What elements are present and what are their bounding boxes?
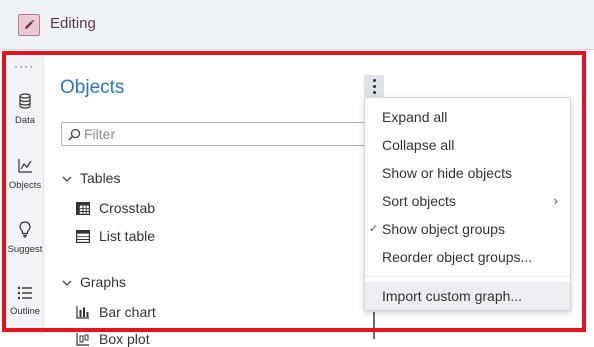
box-plot-icon [76, 332, 90, 346]
menu-item-reorder-object-groups[interactable]: Reorder object groups... [365, 243, 570, 271]
mode-title: Editing [50, 15, 96, 32]
rail-item-label: Objects [8, 180, 42, 191]
section-graphs[interactable]: Graphs [62, 274, 126, 290]
menu-item-sort-objects[interactable]: Sort objects › [365, 187, 570, 215]
line-chart-icon [6, 158, 44, 177]
section-label: Graphs [80, 274, 126, 290]
crosstab-icon [76, 201, 90, 215]
rail-item-data[interactable]: Data [6, 93, 44, 126]
section-tables[interactable]: Tables [62, 170, 120, 186]
rail-item-outline[interactable]: Outline [6, 286, 44, 317]
rail-item-label: Data [14, 115, 36, 126]
pencil-icon[interactable] [18, 14, 40, 36]
menu-divider [365, 276, 570, 277]
rail-item-label: Suggest [7, 244, 43, 255]
lightbulb-icon [6, 221, 44, 241]
rail-item-suggest[interactable]: Suggest [6, 221, 44, 255]
chevron-down-icon [62, 274, 72, 290]
checkmark-icon: ✓ [369, 223, 379, 235]
list-icon [6, 286, 44, 303]
chevron-right-icon: › [553, 193, 558, 208]
options-menu: Expand all Collapse all Show or hide obj… [364, 97, 571, 311]
object-item-bar-chart[interactable]: Bar chart [76, 304, 156, 320]
filter-input[interactable] [84, 125, 374, 143]
menu-item-import-custom-graph[interactable]: Import custom graph... [365, 282, 570, 310]
kebab-dot [372, 84, 376, 88]
objects-panel: Objects Tables Crosstab [44, 55, 396, 347]
menu-item-expand-all[interactable]: Expand all [365, 103, 570, 131]
menu-item-collapse-all[interactable]: Collapse all [365, 131, 570, 159]
panel-scrollbar[interactable] [373, 312, 375, 339]
object-item-list-table[interactable]: List table [76, 228, 155, 244]
more-dots-icon[interactable]: ···· [14, 59, 34, 73]
menu-item-show-hide-objects[interactable]: Show or hide objects [365, 159, 570, 187]
menu-item-show-object-groups[interactable]: ✓ Show object groups [365, 215, 570, 243]
kebab-dot [372, 78, 376, 82]
top-bar: Editing [0, 0, 594, 50]
bar-chart-icon [76, 305, 90, 319]
rail-item-label: Outline [9, 306, 41, 317]
object-label: Box plot [99, 331, 150, 347]
more-options-button[interactable] [364, 75, 384, 97]
list-table-icon [76, 229, 90, 243]
chevron-down-icon [62, 170, 72, 186]
object-label: Bar chart [99, 304, 156, 320]
object-label: List table [99, 228, 156, 244]
panel-title: Objects [60, 77, 125, 98]
object-label: Crosstab [99, 200, 156, 216]
rail-item-objects[interactable]: Objects [6, 158, 44, 191]
section-label: Tables [80, 170, 121, 186]
object-item-box-plot[interactable]: Box plot [76, 331, 150, 347]
filter-field[interactable] [61, 122, 381, 146]
left-rail: ···· Data Objects Suggest Outline [6, 55, 44, 335]
search-icon [68, 128, 81, 146]
database-icon [6, 93, 44, 112]
kebab-dot [372, 90, 376, 94]
object-item-crosstab[interactable]: Crosstab [76, 200, 155, 216]
